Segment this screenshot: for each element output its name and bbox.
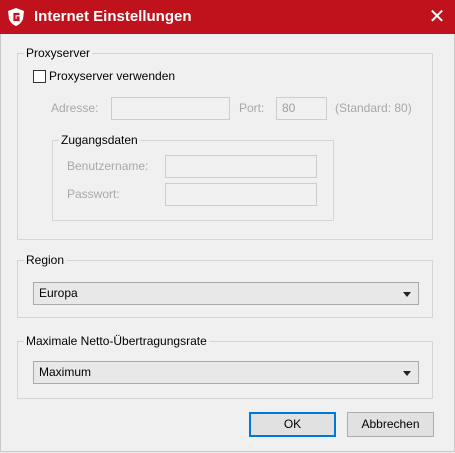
credentials-group-label: Zugangsdaten xyxy=(59,133,140,147)
cancel-button[interactable]: Abbrechen xyxy=(347,412,434,437)
rate-group-label: Maximale Netto-Übertragungsrate xyxy=(24,334,209,348)
port-field[interactable]: 80 xyxy=(276,97,327,120)
username-field[interactable] xyxy=(165,155,317,178)
use-proxy-label[interactable]: Proxyserver verwenden xyxy=(49,69,175,83)
gdata-logo-icon xyxy=(8,8,24,26)
password-field[interactable] xyxy=(165,183,317,206)
proxyserver-group-label: Proxyserver xyxy=(24,46,93,60)
region-group-label: Region xyxy=(24,253,67,267)
rate-dropdown[interactable]: Maximum xyxy=(33,361,419,384)
username-label: Benutzername: xyxy=(67,159,149,173)
chevron-down-icon xyxy=(403,292,411,297)
close-icon[interactable]: ✕ xyxy=(425,6,449,28)
region-selected-value: Europa xyxy=(39,286,78,300)
window-title: Internet Einstellungen xyxy=(34,8,192,25)
use-proxy-checkbox[interactable] xyxy=(33,70,46,83)
address-label: Adresse: xyxy=(51,101,99,115)
region-dropdown[interactable]: Europa xyxy=(33,282,419,305)
port-hint: (Standard: 80) xyxy=(335,101,412,115)
rate-selected-value: Maximum xyxy=(39,365,92,379)
address-field[interactable] xyxy=(111,97,230,120)
credentials-group xyxy=(52,140,334,221)
ok-button[interactable]: OK xyxy=(249,412,336,437)
port-label: Port: xyxy=(239,101,265,115)
password-label: Passwort: xyxy=(67,187,120,201)
title-bar: Internet Einstellungen ✕ xyxy=(0,0,455,34)
chevron-down-icon xyxy=(403,371,411,376)
